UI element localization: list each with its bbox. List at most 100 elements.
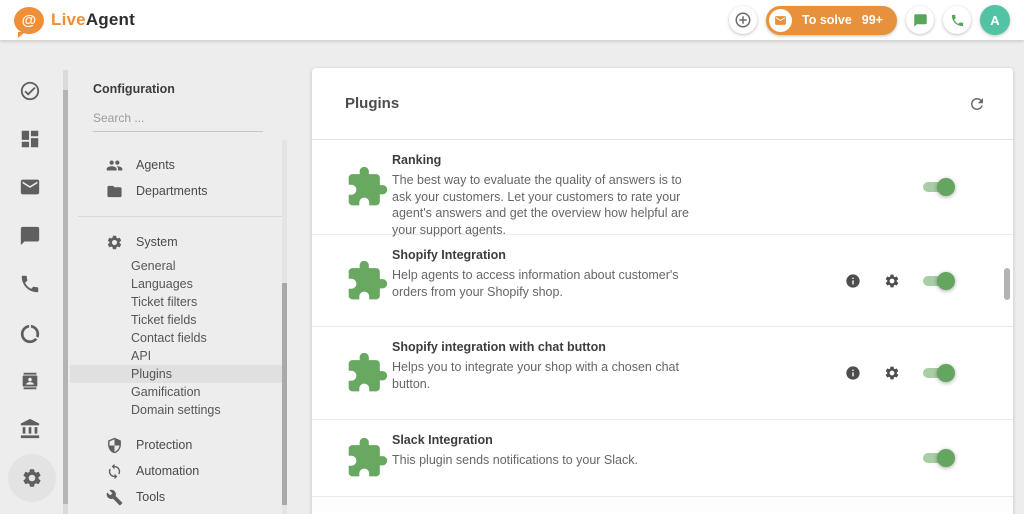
plugin-toggle-on[interactable] — [923, 271, 955, 291]
config-item-agents[interactable]: Agents — [70, 152, 286, 178]
plugin-toggle-on[interactable] — [923, 177, 955, 197]
subitem-contact-fields[interactable]: Contact fields — [70, 329, 286, 347]
plugin-settings-button[interactable] — [884, 273, 900, 289]
bank-icon — [19, 418, 43, 440]
envelope-icon — [769, 8, 792, 32]
config-item-system[interactable]: System — [70, 229, 286, 255]
page-title: Plugins — [345, 95, 400, 112]
check-circle-icon — [19, 80, 43, 102]
subitem-plugins-active[interactable]: Plugins — [70, 365, 286, 383]
plugin-row-shopify-chat-button: Shopify integration with chat button Hel… — [312, 327, 1013, 420]
subitem-languages[interactable]: Languages — [70, 275, 286, 293]
agents-people-icon — [106, 157, 123, 174]
subitem-ticket-fields[interactable]: Ticket fields — [70, 311, 286, 329]
subitem-domain-settings[interactable]: Domain settings — [70, 401, 286, 419]
rail-contacts-item[interactable] — [19, 370, 43, 394]
rail-scrollbar-thumb[interactable] — [63, 90, 68, 504]
configuration-title: Configuration — [93, 82, 175, 96]
folder-icon — [106, 183, 123, 200]
rail-tickets-item[interactable] — [19, 80, 43, 104]
phone-icon — [950, 13, 965, 28]
header-actions: To solve 99+ A — [729, 5, 1010, 35]
add-circle-icon — [734, 11, 752, 29]
subitem-ticket-filters[interactable]: Ticket filters — [70, 293, 286, 311]
refresh-icon — [971, 97, 983, 110]
liveagent-logo[interactable]: @ LiveAgent — [14, 6, 135, 38]
plugin-description: Helps you to integrate your shop with a … — [392, 360, 679, 391]
subitem-api[interactable]: API — [70, 347, 286, 365]
mail-icon — [19, 176, 43, 198]
config-item-label: Departments — [136, 184, 208, 198]
top-header: @ LiveAgent To solve 99+ A — [0, 0, 1024, 40]
rail-call-item[interactable] — [19, 273, 43, 297]
plugins-panel-header: Plugins — [312, 68, 1013, 140]
config-item-departments[interactable]: Departments — [70, 178, 286, 204]
config-item-tools[interactable]: Tools — [70, 484, 286, 510]
puzzle-icon — [343, 434, 391, 482]
config-item-label: Automation — [136, 464, 200, 478]
refresh-button[interactable] — [968, 95, 986, 113]
icon-rail — [0, 40, 62, 514]
to-solve-label: To solve — [802, 13, 852, 27]
chat-bubble-icon — [19, 225, 43, 247]
info-button[interactable] — [845, 273, 861, 289]
config-item-label: Protection — [136, 438, 193, 452]
to-solve-count-badge: 99+ — [861, 13, 883, 27]
rail-scrollbar[interactable] — [63, 70, 68, 514]
plugin-description: This plugin sends notifications to your … — [392, 453, 638, 467]
config-nav-list: Agents Departments System General Langua… — [70, 152, 286, 510]
plugin-row-partial — [312, 497, 1013, 513]
plugin-row-slack-integration: Slack Integration This plugin sends noti… — [312, 420, 1013, 497]
plugins-panel: Plugins Ranking The best way to evaluate… — [312, 68, 1013, 514]
plugin-description: Help agents to access information about … — [392, 268, 679, 299]
chat-button[interactable] — [906, 6, 934, 34]
shield-icon — [106, 437, 123, 454]
rail-chat-item[interactable] — [19, 225, 43, 249]
chat-bubble-icon — [913, 13, 928, 28]
donut-chart-icon — [19, 323, 43, 345]
plugin-row-ranking: Ranking The best way to evaluate the qua… — [312, 140, 1013, 237]
config-item-label: Tools — [136, 490, 166, 504]
rail-billing-item[interactable] — [19, 418, 43, 442]
plugin-description: The best way to evaluate the quality of … — [392, 173, 690, 237]
config-scrollbar-thumb[interactable] — [282, 283, 287, 505]
info-icon — [846, 273, 860, 288]
rail-dashboard-item[interactable] — [19, 128, 43, 152]
user-avatar[interactable]: A — [980, 5, 1010, 35]
rail-mail-item[interactable] — [19, 176, 43, 200]
gear-icon — [106, 234, 123, 251]
info-button[interactable] — [845, 365, 861, 381]
sync-icon — [106, 463, 123, 480]
plugins-scrollbar-thumb[interactable] — [1004, 268, 1010, 300]
plugin-name: Ranking — [392, 153, 442, 167]
brand-agent: Agent — [85, 10, 135, 29]
puzzle-icon — [343, 257, 391, 305]
call-button[interactable] — [943, 6, 971, 34]
plugin-toggle-on[interactable] — [923, 448, 955, 468]
logo-bubble-icon: @ — [14, 6, 44, 38]
plugin-name: Shopify integration with chat button — [392, 340, 606, 354]
avatar-letter: A — [990, 12, 1000, 28]
config-item-label: System — [136, 235, 178, 249]
rail-reports-item[interactable] — [19, 323, 43, 347]
phone-icon — [19, 273, 43, 295]
subitem-general[interactable]: General — [70, 257, 286, 275]
rail-settings-item-active[interactable] — [8, 454, 56, 502]
plugin-toggle-on[interactable] — [923, 363, 955, 383]
subitem-gamification[interactable]: Gamification — [70, 383, 286, 401]
config-scrollbar[interactable] — [282, 140, 287, 514]
plugin-settings-button[interactable] — [884, 365, 900, 381]
config-search-input[interactable] — [93, 107, 263, 132]
plugin-name: Shopify Integration — [392, 248, 506, 262]
brand-live: Live — [51, 10, 86, 29]
gear-icon — [885, 274, 899, 287]
config-item-label: Agents — [136, 158, 175, 172]
to-solve-button[interactable]: To solve 99+ — [766, 5, 897, 35]
config-item-automation[interactable]: Automation — [70, 458, 286, 484]
config-item-protection[interactable]: Protection — [70, 432, 286, 458]
add-button[interactable] — [729, 6, 757, 34]
gear-icon — [885, 366, 899, 380]
dashboard-icon — [19, 128, 43, 150]
config-divider — [78, 216, 286, 217]
info-icon — [846, 366, 860, 380]
